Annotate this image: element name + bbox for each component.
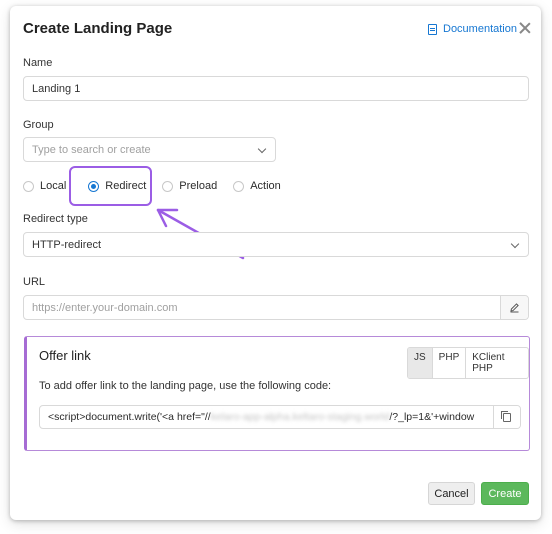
documentation-label: Documentation [443,23,517,35]
group-placeholder: Type to search or create [32,143,151,156]
url-label: URL [23,276,46,288]
radio-label: Local [40,180,67,192]
name-label: Name [23,57,53,69]
code-format-tabs: JS PHP KClient PHP [407,347,529,379]
offer-link-panel: Offer link JS PHP KClient PHP To add off… [24,336,530,451]
edit-url-button[interactable] [500,296,528,319]
offer-code-field[interactable]: <script>document.write('<a href="//kelar… [39,405,521,429]
dialog-title: Create Landing Page [23,20,173,37]
redirect-type-value: HTTP-redirect [32,238,102,251]
tab-js[interactable]: JS [408,348,432,378]
name-value: Landing 1 [32,82,81,95]
chevron-down-icon [510,239,520,249]
copy-icon [501,410,511,422]
radio-icon [233,180,245,192]
radio-icon [23,180,34,192]
close-icon[interactable] [518,21,532,35]
cancel-button[interactable]: Cancel [428,482,475,505]
radio-label: Action [250,180,281,192]
highlight-box [69,166,152,206]
redirect-type-label: Redirect type [23,213,88,225]
offer-link-title: Offer link [39,348,91,363]
radio-local[interactable]: Local [23,180,66,192]
radio-label: Preload [179,180,218,192]
pencil-icon [510,303,519,313]
url-placeholder: https://enter.your-domain.com [32,301,178,314]
code-blurred-domain: kelaro-app-alpha.keltaro-staging.world [210,411,390,423]
redirect-type-select[interactable]: HTTP-redirect [23,232,529,257]
create-landing-page-dialog: Create Landing Page Documentation Name L… [10,6,541,520]
radio-icon [162,180,174,192]
chevron-down-icon [257,144,267,154]
tab-php[interactable]: PHP [431,348,466,378]
name-input[interactable]: Landing 1 [23,76,529,101]
tab-kclient-php[interactable]: KClient PHP [465,348,528,378]
group-label: Group [23,119,54,131]
group-select[interactable]: Type to search or create [23,137,276,162]
document-icon [428,23,437,35]
code-suffix: /?_lp=1&'+window [389,411,475,423]
radio-preload[interactable]: Preload [162,180,217,192]
offer-link-description: To add offer link to the landing page, u… [39,380,332,392]
code-prefix: <script>document.write('<a href="// [48,411,211,423]
create-button[interactable]: Create [481,482,529,505]
radio-action[interactable]: Action [233,180,281,192]
url-input[interactable]: https://enter.your-domain.com [23,295,529,320]
documentation-link[interactable]: Documentation [428,23,517,35]
copy-code-button[interactable] [493,406,520,428]
